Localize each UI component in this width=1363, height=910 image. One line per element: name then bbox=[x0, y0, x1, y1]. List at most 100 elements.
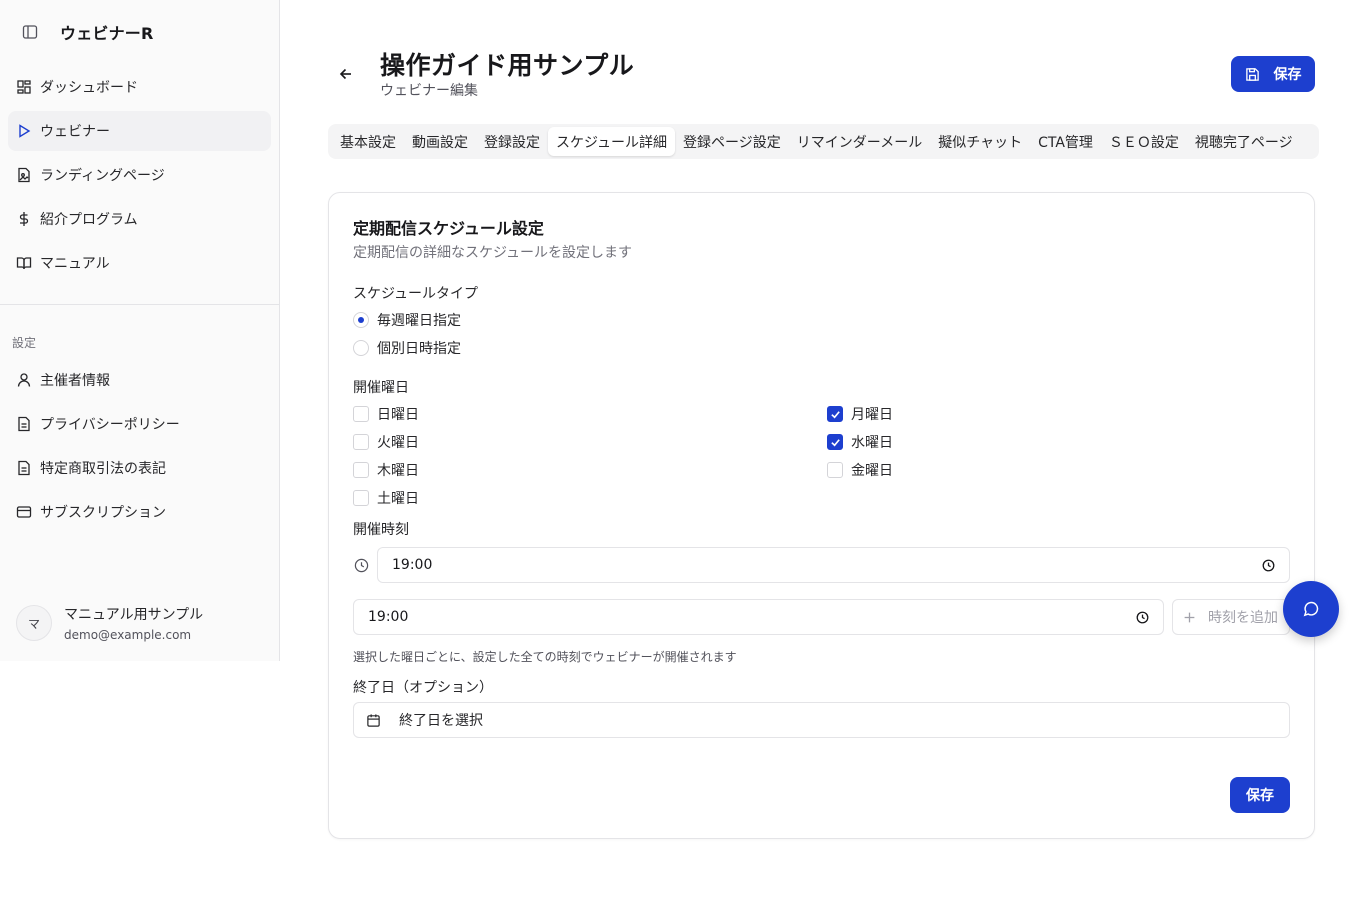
sidebar-header: ウェビナーR bbox=[16, 18, 154, 46]
radio-button-individual[interactable] bbox=[353, 340, 369, 356]
tab-registration[interactable]: 登録設定 bbox=[476, 127, 548, 156]
sidebar-divider bbox=[0, 304, 279, 305]
check-icon bbox=[830, 438, 840, 446]
sidebar-item-label: ダッシュボード bbox=[40, 80, 138, 96]
sidebar-item-webinar[interactable]: ウェビナー bbox=[8, 111, 271, 151]
checkbox-label: 木曜日 bbox=[377, 463, 419, 479]
add-time-label: 時刻を追加 bbox=[1208, 610, 1278, 626]
tab-reminder-mail[interactable]: リマインダーメール bbox=[789, 127, 930, 156]
time-hint: 選択した曜日ごとに、設定した全ての時刻でウェビナーが開催されます bbox=[353, 650, 737, 664]
tab-seo[interactable]: ＳＥＯ設定 bbox=[1101, 127, 1187, 156]
sidebar-item-organizer[interactable]: 主催者情報 bbox=[8, 360, 271, 400]
checkbox-monday[interactable] bbox=[827, 406, 843, 422]
radio-weekly[interactable]: 毎週曜日指定 bbox=[353, 310, 461, 330]
tab-pseudo-chat[interactable]: 擬似チャット bbox=[930, 127, 1030, 156]
settings-nav: 主催者情報 プライバシーポリシー 特定商取引法の表記 サブスクリプション bbox=[8, 360, 271, 536]
card-save-button[interactable]: 保存 bbox=[1230, 777, 1290, 813]
play-icon bbox=[16, 123, 32, 139]
checkbox-thursday[interactable] bbox=[353, 462, 369, 478]
time-value: 19:00 bbox=[392, 557, 433, 573]
tab-completion-page[interactable]: 視聴完了ページ bbox=[1187, 127, 1301, 156]
checkbox-tuesday[interactable] bbox=[353, 434, 369, 450]
checkbox-label: 水曜日 bbox=[851, 435, 893, 451]
schedule-card: 定期配信スケジュール設定 定期配信の詳細なスケジュールを設定します スケジュール… bbox=[328, 192, 1315, 839]
user-name: マニュアル用サンプル bbox=[64, 607, 204, 623]
sidebar-item-privacy[interactable]: プライバシーポリシー bbox=[8, 404, 271, 444]
radio-individual[interactable]: 個別日時指定 bbox=[353, 338, 461, 358]
back-button[interactable] bbox=[334, 62, 358, 86]
time-input-2[interactable]: 19:00 bbox=[353, 599, 1164, 635]
checkbox-saturday[interactable] bbox=[353, 490, 369, 506]
day-saturday[interactable]: 土曜日 bbox=[353, 488, 419, 508]
sidebar-item-label: ウェビナー bbox=[40, 124, 110, 140]
clock-icon bbox=[354, 558, 369, 573]
clock-icon[interactable] bbox=[1262, 559, 1275, 572]
dollar-icon bbox=[16, 211, 32, 227]
tab-cta[interactable]: CTA管理 bbox=[1030, 127, 1101, 156]
user-icon bbox=[16, 372, 32, 388]
time-label: 開催時刻 bbox=[353, 522, 409, 538]
user-profile[interactable]: マ マニュアル用サンプル demo@example.com bbox=[16, 604, 203, 642]
tab-bar: 基本設定 動画設定 登録設定 スケジュール詳細 登録ページ設定 リマインダーメー… bbox=[328, 124, 1319, 159]
radio-label: 毎週曜日指定 bbox=[377, 313, 461, 329]
sidebar-item-commerce-law[interactable]: 特定商取引法の表記 bbox=[8, 448, 271, 488]
book-icon bbox=[16, 255, 32, 271]
day-thursday[interactable]: 木曜日 bbox=[353, 460, 419, 480]
add-time-button[interactable]: 時刻を追加 bbox=[1172, 599, 1290, 635]
sidebar-item-referral[interactable]: 紹介プログラム bbox=[8, 199, 271, 239]
card-title: 定期配信スケジュール設定 bbox=[353, 219, 544, 238]
sidebar-item-dashboard[interactable]: ダッシュボード bbox=[8, 67, 271, 107]
end-date-picker[interactable]: 終了日を選択 bbox=[353, 702, 1290, 738]
credit-card-icon bbox=[16, 504, 32, 520]
sidebar-item-manual[interactable]: マニュアル bbox=[8, 243, 271, 283]
checkbox-label: 月曜日 bbox=[851, 407, 893, 423]
page-icon bbox=[16, 167, 32, 183]
checkbox-label: 金曜日 bbox=[851, 463, 893, 479]
save-icon bbox=[1245, 67, 1260, 82]
app-title: ウェビナーR bbox=[60, 24, 154, 43]
time-value: 19:00 bbox=[368, 609, 409, 625]
sidebar-item-landing-page[interactable]: ランディングページ bbox=[8, 155, 271, 195]
sidebar-toggle-button[interactable] bbox=[16, 18, 44, 46]
sidebar: ウェビナーR ダッシュボード ウェビナー ランディングページ 紹介プログラム マ… bbox=[0, 0, 280, 661]
tab-schedule[interactable]: スケジュール詳細 bbox=[548, 127, 676, 156]
schedule-type-label: スケジュールタイプ bbox=[353, 286, 479, 302]
clock-icon[interactable] bbox=[1136, 611, 1149, 624]
checkbox-friday[interactable] bbox=[827, 462, 843, 478]
time-input-1[interactable]: 19:00 bbox=[377, 547, 1290, 583]
document-icon bbox=[16, 460, 32, 476]
checkbox-label: 火曜日 bbox=[377, 435, 419, 451]
sidebar-toggle-icon bbox=[22, 25, 38, 39]
sidebar-item-label: ランディングページ bbox=[40, 168, 165, 184]
card-description: 定期配信の詳細なスケジュールを設定します bbox=[353, 245, 633, 261]
sidebar-item-label: サブスクリプション bbox=[40, 505, 166, 521]
arrow-left-icon bbox=[339, 68, 351, 80]
day-tuesday[interactable]: 火曜日 bbox=[353, 432, 419, 452]
tab-video[interactable]: 動画設定 bbox=[404, 127, 476, 156]
checkbox-wednesday[interactable] bbox=[827, 434, 843, 450]
checkbox-label: 土曜日 bbox=[377, 491, 419, 507]
end-date-placeholder: 終了日を選択 bbox=[399, 713, 483, 729]
day-sunday[interactable]: 日曜日 bbox=[353, 404, 419, 424]
day-wednesday[interactable]: 水曜日 bbox=[827, 432, 893, 452]
sidebar-item-label: プライバシーポリシー bbox=[40, 417, 180, 433]
plus-icon bbox=[1184, 612, 1195, 622]
day-monday[interactable]: 月曜日 bbox=[827, 404, 893, 424]
day-friday[interactable]: 金曜日 bbox=[827, 460, 893, 480]
sidebar-section-settings: 設定 bbox=[12, 336, 37, 350]
sidebar-item-label: 特定商取引法の表記 bbox=[40, 461, 166, 477]
tab-basic[interactable]: 基本設定 bbox=[332, 127, 404, 156]
chat-button[interactable] bbox=[1283, 581, 1339, 637]
user-email: demo@example.com bbox=[64, 628, 192, 642]
sidebar-item-subscription[interactable]: サブスクリプション bbox=[8, 492, 271, 532]
page-title: 操作ガイド用サンプル bbox=[380, 51, 635, 80]
dashboard-icon bbox=[16, 79, 32, 95]
save-button[interactable]: 保存 bbox=[1231, 56, 1315, 92]
tab-registration-page[interactable]: 登録ページ設定 bbox=[675, 127, 789, 156]
chat-icon bbox=[1303, 601, 1319, 617]
calendar-icon bbox=[367, 713, 380, 727]
page-subtitle: ウェビナー編集 bbox=[380, 83, 478, 99]
sidebar-item-label: 主催者情報 bbox=[40, 373, 110, 389]
checkbox-sunday[interactable] bbox=[353, 406, 369, 422]
radio-button-weekly[interactable] bbox=[353, 312, 369, 328]
